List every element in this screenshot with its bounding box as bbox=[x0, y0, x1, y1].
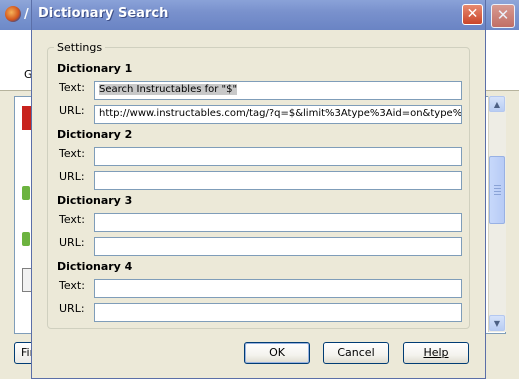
dictionary-3-url-label: URL: bbox=[59, 236, 85, 249]
scroll-grip bbox=[494, 185, 501, 186]
dialog-titlebar[interactable]: Dictionary Search ✕ bbox=[32, 0, 485, 30]
dictionary-search-dialog: Dictionary Search ✕ Settings Dictionary … bbox=[31, 0, 486, 379]
dialog-title: Dictionary Search bbox=[38, 6, 169, 21]
dictionary-1-text-value: Search Instructables for "$" bbox=[99, 84, 238, 95]
dictionary-3-text-input[interactable] bbox=[94, 213, 462, 232]
dictionary-2-text-label: Text: bbox=[59, 147, 85, 160]
dictionary-1-url-input[interactable]: http://www.instructables.com/tag/?q=$&li… bbox=[94, 105, 462, 124]
green-item-icon bbox=[22, 186, 30, 200]
settings-legend: Settings bbox=[54, 41, 106, 54]
dictionary-3-title: Dictionary 3 bbox=[57, 194, 133, 207]
scroll-grip bbox=[494, 191, 501, 192]
dictionary-4-text-input[interactable] bbox=[94, 279, 462, 298]
dictionary-1-text-input[interactable]: Search Instructables for "$" bbox=[94, 81, 462, 100]
dictionary-2-text-input[interactable] bbox=[94, 147, 462, 166]
firefox-icon bbox=[5, 6, 21, 22]
dictionary-1-url-label: URL: bbox=[59, 104, 85, 117]
close-icon: ✕ bbox=[466, 6, 479, 22]
cancel-button[interactable]: Cancel bbox=[323, 342, 389, 364]
dialog-close-button[interactable]: ✕ bbox=[462, 4, 483, 25]
scroll-thumb[interactable] bbox=[489, 156, 505, 224]
cancel-button-label: Cancel bbox=[337, 346, 375, 359]
help-button-label: Help bbox=[423, 346, 449, 359]
green-item-icon bbox=[22, 232, 30, 246]
scroll-down-button[interactable]: ▼ bbox=[489, 315, 505, 331]
scroll-up-button[interactable]: ▲ bbox=[489, 96, 505, 112]
background-scrollbar[interactable]: ▲ ▼ bbox=[488, 96, 506, 332]
ok-button-label: OK bbox=[269, 346, 285, 359]
ok-button[interactable]: OK bbox=[244, 342, 310, 364]
dictionary-4-url-label: URL: bbox=[59, 302, 85, 315]
dictionary-3-url-input[interactable] bbox=[94, 237, 462, 256]
scroll-grip bbox=[494, 194, 501, 195]
dictionary-2-title: Dictionary 2 bbox=[57, 128, 133, 141]
dictionary-1-title: Dictionary 1 bbox=[57, 62, 133, 75]
help-button[interactable]: Help bbox=[403, 342, 469, 364]
background-title-fragment: / bbox=[24, 7, 29, 22]
dictionary-1-url-value: http://www.instructables.com/tag/?q=$&li… bbox=[99, 108, 462, 119]
background-close-button[interactable]: ✕ bbox=[491, 4, 515, 28]
dictionary-3-text-label: Text: bbox=[59, 213, 85, 226]
dictionary-2-url-label: URL: bbox=[59, 170, 85, 183]
dictionary-4-title: Dictionary 4 bbox=[57, 260, 133, 273]
dictionary-4-text-label: Text: bbox=[59, 279, 85, 292]
dictionary-1-text-label: Text: bbox=[59, 81, 85, 94]
dictionary-2-url-input[interactable] bbox=[94, 171, 462, 190]
dictionary-4-url-input[interactable] bbox=[94, 303, 462, 322]
scroll-grip bbox=[494, 188, 501, 189]
